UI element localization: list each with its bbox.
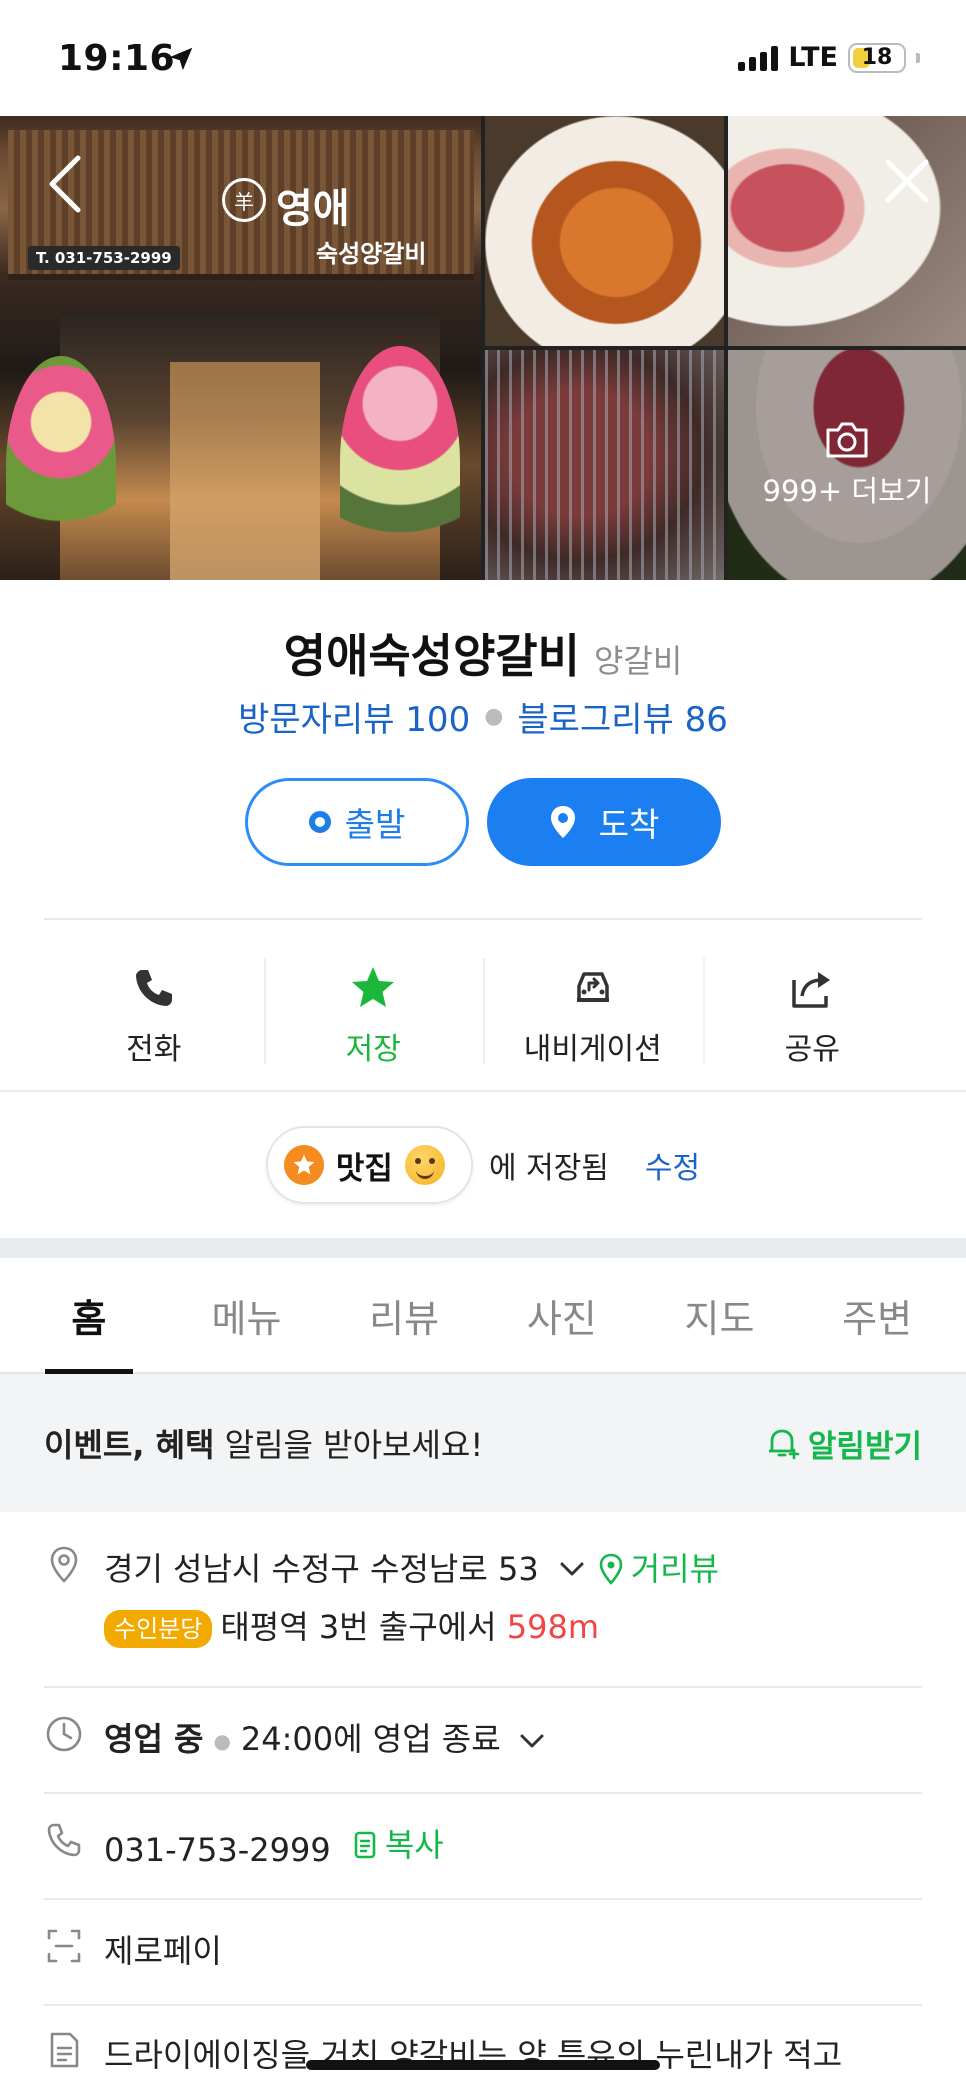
sign-phone: T. 031-753-2999 xyxy=(28,246,180,270)
description-row[interactable]: 드라이에이징을 거친 양갈비는 양 특유의 누린내가 적고 xyxy=(44,2026,922,2084)
smile-emoji-icon xyxy=(404,1145,445,1185)
save-button[interactable]: 저장 xyxy=(263,940,484,1092)
star-circle-icon xyxy=(283,1145,324,1185)
tab-nearby[interactable]: 주변 xyxy=(827,1258,927,1372)
car-navigation-icon xyxy=(576,972,609,1002)
tab-bar: 홈 메뉴 리뷰 사진 지도 주변 xyxy=(0,1258,966,1374)
arrive-button[interactable]: 도착 xyxy=(487,778,721,866)
network-label: LTE xyxy=(788,42,838,73)
payment-method: 제로페이 xyxy=(104,1932,222,1970)
notification-text: 이벤트, 혜택 알림을 받아보세요! xyxy=(44,1426,484,1464)
chevron-down-icon[interactable] xyxy=(559,1561,585,1577)
address-text[interactable]: 경기 성남시 수정구 수정남로 53 xyxy=(104,1540,539,1598)
hours-detail: 24:00에 영업 종료 xyxy=(240,1720,501,1758)
saved-list-name: 맛집 xyxy=(335,1150,393,1187)
street-view-link[interactable]: 거리뷰 xyxy=(597,1540,719,1598)
tab-map[interactable]: 지도 xyxy=(669,1258,769,1372)
divider xyxy=(44,2004,922,2006)
section-gap xyxy=(0,1238,966,1258)
map-pin-icon xyxy=(550,806,575,838)
notification-banner: 이벤트, 혜택 알림을 받아보세요! 알림받기 xyxy=(0,1374,966,1512)
depart-button[interactable]: 출발 xyxy=(245,778,469,866)
photo-gallery[interactable]: 羊 영애 숙성양갈비 T. 031-753-2999 999+ 더보기 xyxy=(0,116,966,580)
share-icon xyxy=(792,972,831,1008)
subway-line-badge: 수인분당 xyxy=(104,1610,213,1648)
copy-icon xyxy=(354,1831,376,1859)
tab-menu[interactable]: 메뉴 xyxy=(196,1258,296,1372)
navigation-button[interactable]: 내비게이션 xyxy=(483,940,703,1092)
close-icon[interactable] xyxy=(882,156,932,206)
call-button[interactable]: 전화 xyxy=(44,940,264,1092)
divider xyxy=(44,1686,922,1688)
location-pin-icon xyxy=(50,1546,78,1583)
phone-outline-icon xyxy=(47,1823,81,1857)
save-label: 저장 xyxy=(345,1032,401,1067)
sign-logo: 羊 xyxy=(222,178,266,222)
photo-food-3[interactable] xyxy=(485,350,724,580)
divider xyxy=(44,1898,922,1900)
arrive-label: 도착 xyxy=(598,805,660,844)
tab-home[interactable]: 홈 xyxy=(39,1258,139,1374)
chevron-down-icon[interactable] xyxy=(519,1733,545,1749)
station-text: 태평역 3번 출구에서 xyxy=(220,1608,497,1646)
document-icon xyxy=(50,2032,79,2068)
saved-status: 에 저장됨 xyxy=(488,1151,609,1186)
place-category: 양갈비 xyxy=(593,642,683,680)
phone-icon xyxy=(135,970,172,1006)
battery-level: 18 xyxy=(861,45,893,70)
hours-status: 영업 중 xyxy=(104,1720,204,1758)
depart-label: 출발 xyxy=(344,805,406,844)
flower-wreath-right xyxy=(340,346,460,576)
divider xyxy=(44,1792,922,1794)
flower-wreath-left xyxy=(6,356,116,576)
visitor-reviews-link[interactable]: 방문자리뷰 100 xyxy=(238,692,470,741)
battery-icon: 18 xyxy=(848,42,906,73)
saved-list-row: 맛집 에 저장됨 수정 xyxy=(0,1126,966,1204)
place-title: 영애숙성양갈비 xyxy=(283,629,580,683)
share-button[interactable]: 공유 xyxy=(702,940,923,1092)
sign-name: 영애 xyxy=(276,186,350,232)
bell-plus-icon xyxy=(768,1429,800,1460)
share-label: 공유 xyxy=(784,1032,840,1067)
status-bar: 19:16 LTE 18 xyxy=(0,0,966,116)
phone-number[interactable]: 031-753-2999 xyxy=(104,1831,331,1869)
blog-reviews-link[interactable]: 블로그리뷰 86 xyxy=(517,692,727,741)
station-distance: 598m xyxy=(506,1608,599,1646)
divider xyxy=(44,918,922,920)
location-arrow-icon xyxy=(169,47,193,71)
scan-pay-icon xyxy=(47,1929,81,1963)
phone-row: 031-753-2999 복사 xyxy=(44,1816,922,1879)
hours-row[interactable]: 영업 중 ● 24:00에 영업 종료 xyxy=(44,1710,922,1770)
more-photos-label: 999+ 더보기 xyxy=(762,474,932,508)
status-time: 19:16 xyxy=(58,38,176,79)
photo-food-1[interactable] xyxy=(485,116,724,346)
call-label: 전화 xyxy=(126,1032,182,1067)
camera-icon xyxy=(826,422,868,458)
address-row: 경기 성남시 수정구 수정남로 53 거리뷰 수인분당 태평역 3번 출구에서 5… xyxy=(44,1540,922,1656)
separator-dot: ● xyxy=(484,704,504,729)
photo-storefront[interactable]: 羊 영애 숙성양갈비 T. 031-753-2999 xyxy=(0,116,481,580)
action-bar: 전화 저장 내비게이션 공유 xyxy=(44,940,922,1092)
status-indicators: LTE 18 xyxy=(738,42,920,73)
saved-list-chip[interactable]: 맛집 xyxy=(265,1126,473,1204)
edit-saved-link[interactable]: 수정 xyxy=(645,1143,700,1187)
copy-phone-button[interactable]: 복사 xyxy=(351,1816,444,1874)
clock-icon xyxy=(46,1716,82,1752)
navigation-label: 내비게이션 xyxy=(523,1032,662,1067)
home-indicator[interactable] xyxy=(306,2060,660,2070)
tab-review[interactable]: 리뷰 xyxy=(354,1258,454,1372)
more-photos-button[interactable]: 999+ 더보기 xyxy=(728,350,966,580)
subscribe-alert-button[interactable]: 알림받기 xyxy=(764,1421,922,1466)
star-icon xyxy=(352,967,395,1007)
tab-photo[interactable]: 사진 xyxy=(512,1258,612,1372)
subscribe-alert-label: 알림받기 xyxy=(807,1428,922,1465)
photo-food-2[interactable] xyxy=(728,116,966,346)
street-view-pin-icon xyxy=(599,1553,622,1585)
sign-subtitle: 숙성양갈비 xyxy=(316,240,427,268)
payment-row: 제로페이 xyxy=(44,1922,922,1980)
origin-dot-icon xyxy=(308,811,331,833)
section-separator xyxy=(0,1090,966,1092)
back-icon[interactable] xyxy=(44,152,88,216)
signal-icon xyxy=(738,45,779,71)
